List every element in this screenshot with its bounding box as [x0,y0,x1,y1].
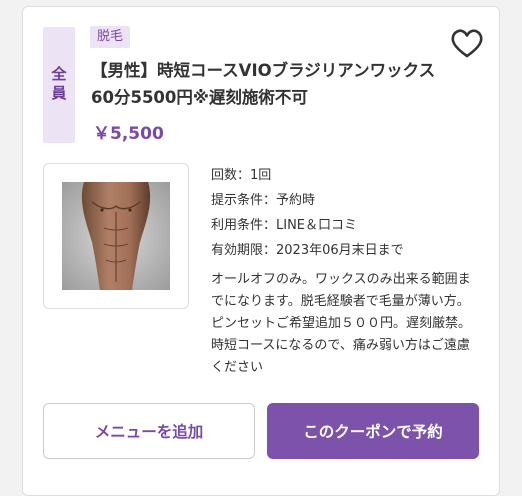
condition-visits: 回数：1回 [211,168,272,183]
coupon-photo [62,182,170,290]
coupon-image-frame [43,163,189,309]
condition-expiry: 有効期限：2023年06月末日まで [211,243,404,258]
coupon-price: ￥5,500 [93,124,164,144]
heart-outline-icon[interactable] [450,29,484,59]
target-badge-label: 全員 [49,66,68,104]
target-badge: 全員 [43,27,75,143]
condition-present: 提示条件：予約時 [211,193,316,208]
coupon-title: 【男性】時短コースVIOブラジリアンワックス60分5500円※遅刻施術不可 [91,61,436,107]
reserve-with-coupon-button[interactable]: このクーポンで予約 [267,403,479,459]
coupon-card: 全員 脱毛 【男性】時短コースVIOブラジリアンワックス60分5500円※遅刻施… [22,6,500,496]
category-tag: 脱毛 [90,26,131,48]
condition-usage: 利用条件：LINE＆口コミ [211,218,358,233]
coupon-description: オールオフのみ。ワックスのみ出来る範囲までになります。脱毛経験者で毛量が薄い方。… [211,272,472,375]
add-menu-button[interactable]: メニューを追加 [43,403,255,459]
